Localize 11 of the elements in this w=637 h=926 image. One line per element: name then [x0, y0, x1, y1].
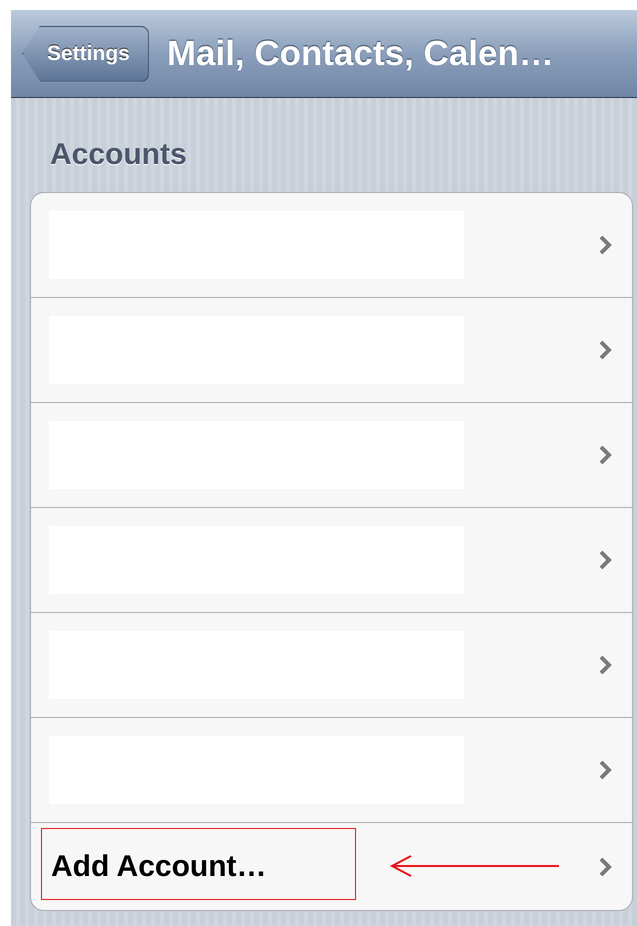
screen-title: Mail, Contacts, Calen…	[166, 34, 554, 74]
chevron-icon	[598, 339, 612, 361]
chevron-icon	[598, 234, 612, 256]
chevron-icon	[598, 654, 612, 676]
add-account-label: Add Account…	[51, 850, 267, 884]
chevron-icon	[598, 856, 612, 878]
list-row[interactable]: Add Account…	[31, 823, 632, 910]
chevron-icon	[598, 759, 612, 781]
chevron-icon	[598, 444, 612, 466]
chevron-icon	[598, 549, 612, 571]
section-header: Accounts	[49, 138, 188, 172]
